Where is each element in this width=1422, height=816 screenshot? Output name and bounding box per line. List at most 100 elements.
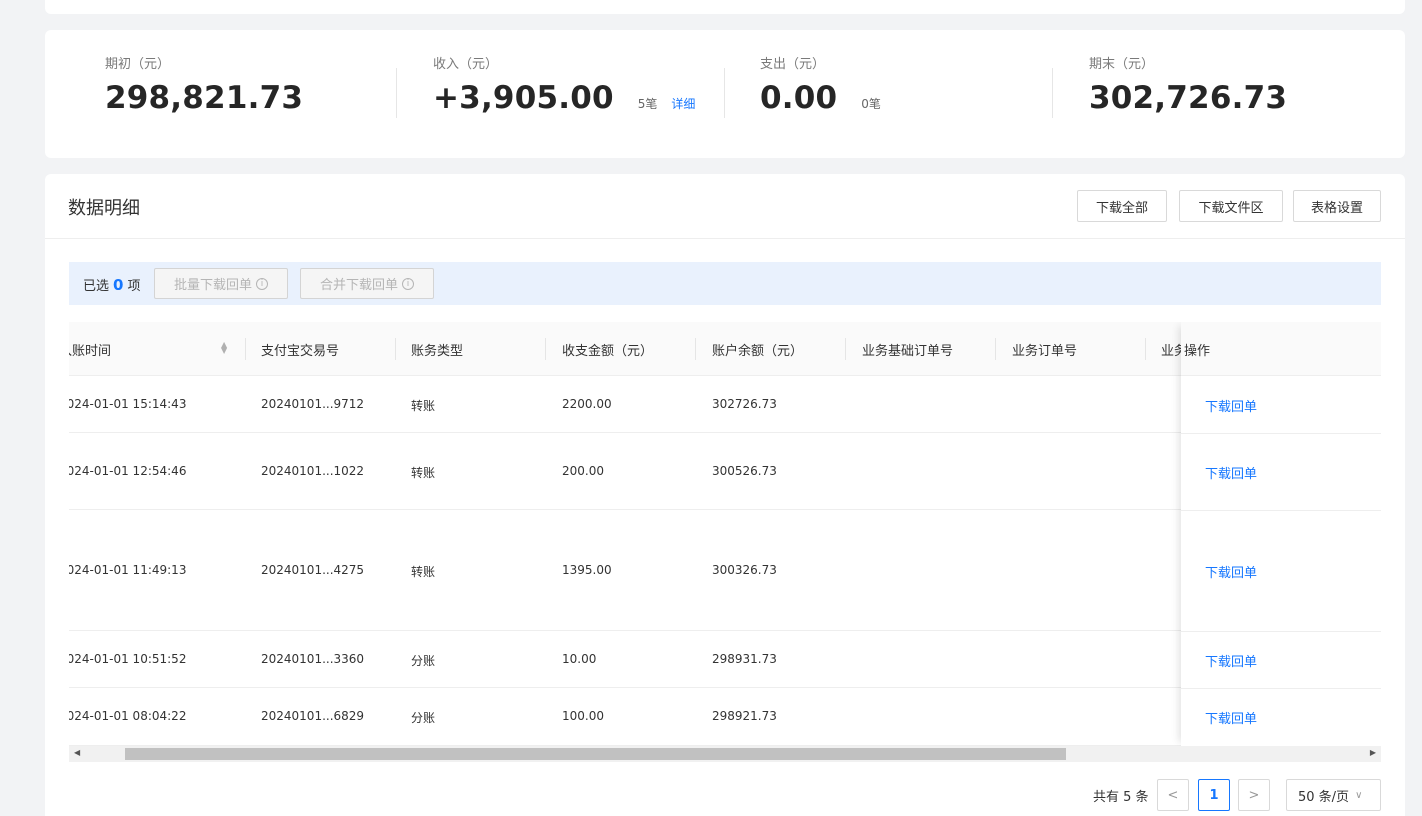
stat-divider: [396, 68, 397, 118]
next-page-button[interactable]: >: [1238, 779, 1270, 811]
expense-count: 0笔: [861, 97, 881, 111]
selection-text: 已选 0 项: [83, 275, 140, 294]
cell-amount: 100.00: [562, 709, 604, 723]
cell-trade-no: 20240101...6829: [261, 709, 365, 723]
opening-value: 298,821.73: [105, 80, 304, 116]
column-separator: [245, 338, 246, 360]
cell-trade-no: 20240101...3360: [261, 652, 365, 666]
cell-time: 2024-01-01 08:04:22: [69, 709, 187, 723]
download-receipt-link[interactable]: 下载回单: [1205, 463, 1257, 482]
cell-amount: 200.00: [562, 464, 604, 478]
cell-amount: 2200.00: [562, 397, 612, 411]
column-header-operation: 操作: [1184, 344, 1211, 359]
batch-download-button[interactable]: 批量下载回单 i: [154, 268, 288, 299]
fixed-operation-column: 操作 下载回单 下载回单 下载回单 下载回单 下载回单: [1181, 322, 1381, 746]
chevron-down-icon: ∨: [1355, 789, 1363, 801]
merge-download-label: 合并下载回单: [319, 278, 398, 293]
closing-value: 302,726.73: [1089, 80, 1288, 116]
column-header-base-order: 业务基础订单号: [862, 344, 954, 359]
merge-download-button[interactable]: 合并下载回单 i: [300, 268, 434, 299]
cell-amount: 1395.00: [562, 563, 612, 577]
cell-time: 2024-01-01 10:51:52: [69, 652, 187, 666]
cell-trade-no: 20240101...4275: [261, 563, 365, 577]
row-divider: [1181, 631, 1381, 632]
opening-label: 期初（元）: [105, 57, 171, 72]
download-receipt-link[interactable]: 下载回单: [1205, 562, 1257, 581]
horizontal-scrollbar[interactable]: ◀ ▶: [69, 746, 1381, 762]
column-separator: [1145, 338, 1146, 360]
page-size-select[interactable]: 50 条/页 ∨: [1286, 779, 1381, 811]
cell-balance: 300526.73: [712, 464, 777, 478]
stat-divider: [1052, 68, 1053, 118]
income-count: 5笔: [637, 97, 658, 111]
chevron-left-icon: <: [1167, 787, 1179, 803]
cell-balance: 300326.73: [712, 563, 777, 577]
detail-title: 数据明细: [68, 198, 140, 219]
opening-stat: 期初（元） 298,821.73: [105, 56, 303, 116]
download-receipt-link[interactable]: 下载回单: [1205, 708, 1257, 727]
table-settings-button[interactable]: 表格设置: [1293, 190, 1381, 222]
selection-suffix: 项: [127, 279, 141, 294]
download-area-button[interactable]: 下载文件区: [1179, 190, 1283, 222]
expense-label: 支出（元）: [760, 57, 826, 72]
income-value: +3,905.00: [433, 80, 614, 116]
cell-type: 转账: [411, 399, 436, 413]
cell-time: 2024-01-01 12:54:46: [69, 464, 187, 478]
cell-type: 转账: [411, 565, 436, 579]
column-separator: [695, 338, 696, 360]
batch-download-label: 批量下载回单: [173, 278, 252, 293]
cell-balance: 298921.73: [712, 709, 777, 723]
closing-label: 期末（元）: [1089, 57, 1155, 72]
download-receipt-link[interactable]: 下载回单: [1205, 651, 1257, 670]
column-separator: [845, 338, 846, 360]
operation-header-cell: 操作: [1181, 322, 1381, 376]
cell-type: 分账: [411, 654, 436, 668]
scroll-left-icon[interactable]: ◀: [74, 748, 80, 757]
closing-stat: 期末（元） 302,726.73: [1089, 56, 1287, 116]
column-separator: [395, 338, 396, 360]
cell-type: 分账: [411, 711, 436, 725]
cell-time: 2024-01-01 11:49:13: [69, 563, 187, 577]
prev-page-button[interactable]: <: [1157, 779, 1189, 811]
column-separator: [545, 338, 546, 360]
selection-prefix: 已选: [83, 279, 110, 294]
column-header-amount: 收支金额（元）: [562, 344, 654, 359]
income-stat: 收入（元） +3,905.00 5笔 详细: [433, 56, 695, 116]
chevron-right-icon: >: [1248, 787, 1260, 803]
cell-balance: 298931.73: [712, 652, 777, 666]
column-separator: [995, 338, 996, 360]
cell-balance: 302726.73: [712, 397, 777, 411]
income-label: 收入（元）: [433, 57, 499, 72]
scrollbar-thumb[interactable]: [125, 748, 1066, 760]
income-detail-link[interactable]: 详细: [671, 95, 695, 112]
detail-card: 数据明细 下载全部 下载文件区 表格设置 已选 0 项 批量下载回单 i 合并下载回单…: [45, 174, 1405, 816]
row-divider: [1181, 510, 1381, 511]
cell-type: 转账: [411, 466, 436, 480]
summary-card: 期初（元） 298,821.73 收入（元） +3,905.00 5笔 详细 支…: [45, 30, 1405, 158]
info-icon: i: [402, 277, 414, 290]
top-card: [45, 0, 1405, 14]
header-divider: [45, 238, 1405, 239]
column-header-balance: 账户余额（元）: [712, 344, 804, 359]
cell-time: 2024-01-01 15:14:43: [69, 397, 187, 411]
info-icon: i: [256, 277, 268, 290]
column-header-type: 账务类型: [411, 344, 464, 359]
cell-trade-no: 20240101...1022: [261, 464, 365, 478]
total-count: 共有 5 条: [1093, 790, 1149, 805]
sort-icon[interactable]: ▲ ▼: [221, 341, 227, 355]
page-1-button[interactable]: 1: [1198, 779, 1230, 811]
column-header-order: 业务订单号: [1012, 344, 1078, 359]
cell-amount: 10.00: [562, 652, 597, 666]
stat-divider: [724, 68, 725, 118]
cell-trade-no: 20240101...9712: [261, 397, 365, 411]
row-divider: [1181, 688, 1381, 689]
download-receipt-link[interactable]: 下载回单: [1205, 396, 1257, 415]
column-header-trade-no: 支付宝交易号: [261, 344, 340, 359]
row-divider: [1181, 433, 1381, 434]
selection-bar: 已选 0 项 批量下载回单 i 合并下载回单 i: [69, 262, 1381, 305]
download-all-button[interactable]: 下载全部: [1077, 190, 1167, 222]
expense-value: 0.00: [760, 80, 838, 116]
selection-count: 0: [113, 276, 124, 294]
scroll-right-icon[interactable]: ▶: [1370, 748, 1376, 757]
expense-stat: 支出（元） 0.00 0笔: [760, 56, 881, 116]
